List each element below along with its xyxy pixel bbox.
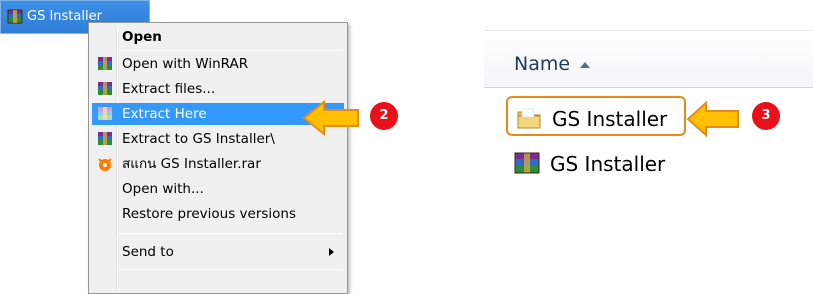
list-item-label: GS Installer xyxy=(552,107,668,131)
menu-item-label: Extract files... xyxy=(122,81,216,97)
menu-item-label: Open with... xyxy=(122,181,204,197)
column-header-name[interactable]: Name xyxy=(484,30,813,88)
menu-item-label: Send to xyxy=(122,244,174,260)
menu-item-open-with[interactable]: Open with... xyxy=(92,178,344,200)
menu-item-label: สแกน GS Installer.rar xyxy=(122,156,261,172)
winrar-archive-icon xyxy=(7,9,23,29)
context-menu: Open Open with WinRAR Extract files... E… xyxy=(88,22,348,294)
menu-item-label: Open with WinRAR xyxy=(122,56,249,72)
menu-item-scan[interactable]: สแกน GS Installer.rar xyxy=(92,153,344,175)
winrar-archive-icon xyxy=(514,151,540,179)
menu-separator xyxy=(119,233,343,234)
menu-item-label: Restore previous versions xyxy=(122,206,297,222)
submenu-arrow-icon xyxy=(329,248,334,256)
menu-item-label: Extract to GS Installer\ xyxy=(122,131,275,147)
pointer-arrow-icon xyxy=(686,101,739,137)
menu-item-open[interactable]: Open xyxy=(92,26,344,48)
menu-item-restore-previous-versions[interactable]: Restore previous versions xyxy=(92,203,344,225)
step-badge-2: 2 xyxy=(370,102,398,130)
sort-ascending-icon xyxy=(580,62,590,68)
folder-icon xyxy=(516,106,542,134)
menu-separator xyxy=(119,50,343,51)
avast-icon xyxy=(97,156,113,179)
column-header-label: Name xyxy=(514,53,571,75)
menu-item-label: Extract Here xyxy=(122,106,207,122)
list-item-folder[interactable]: GS Installer xyxy=(506,96,686,136)
menu-separator xyxy=(119,269,343,270)
winrar-icon xyxy=(97,56,113,79)
menu-item-label: Open xyxy=(122,29,162,45)
winrar-icon xyxy=(97,81,113,104)
menu-item-send-to[interactable]: Send to xyxy=(92,241,344,263)
winrar-icon xyxy=(97,106,113,129)
pointer-arrow-icon xyxy=(302,100,359,136)
menu-item-open-with-winrar[interactable]: Open with WinRAR xyxy=(92,53,344,75)
winrar-icon xyxy=(97,131,113,154)
file-explorer: Name GS Installer GS Installer xyxy=(484,30,813,294)
menu-item-extract-files[interactable]: Extract files... xyxy=(92,78,344,100)
step-badge-3: 3 xyxy=(752,102,780,130)
list-item-archive[interactable]: GS Installer xyxy=(506,143,686,183)
list-item-label: GS Installer xyxy=(550,152,666,176)
